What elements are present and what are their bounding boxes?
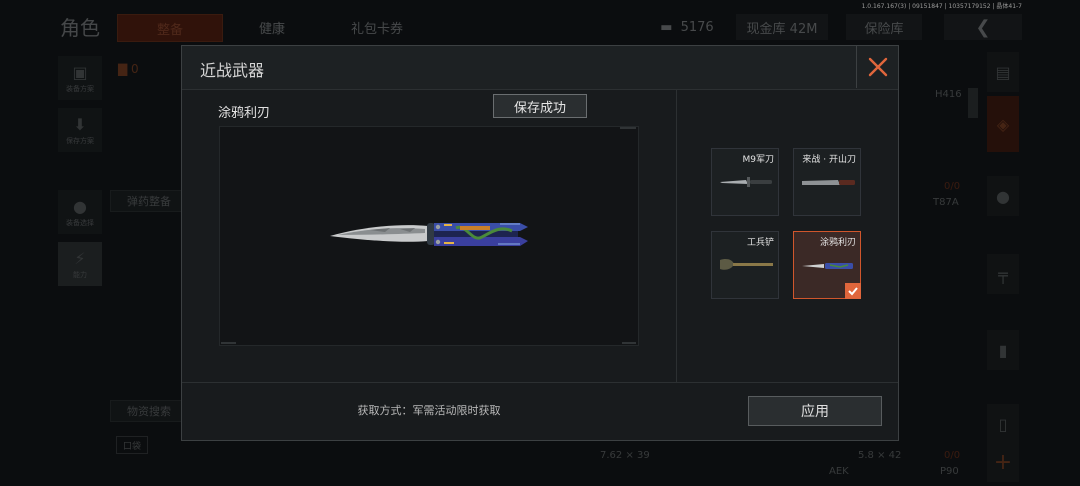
weapon-card-machete[interactable]: 来战 · 开山刀: [793, 148, 861, 216]
weapon-preview: [219, 126, 639, 346]
dialog-title: 近战武器: [200, 61, 265, 80]
divider: [182, 382, 898, 383]
weapon-card-label: 工兵铲: [746, 238, 774, 248]
dialog-header: 近战武器: [182, 46, 898, 90]
acquire-method: 获取方式：军需活动限时获取: [357, 404, 501, 417]
close-button[interactable]: [856, 46, 899, 88]
shovel-icon: [720, 259, 773, 270]
weapon-card-label: 涂鸦利刃: [819, 238, 856, 248]
weapon-name: 涂鸦利刃: [218, 106, 271, 121]
apply-button[interactable]: 应用: [748, 396, 882, 426]
weapon-card-shovel[interactable]: 工兵铲: [711, 231, 779, 299]
divider: [676, 89, 677, 382]
butterfly-knife-icon: [221, 127, 636, 344]
weapon-card-label: M9军刀: [742, 155, 775, 165]
butterfly-knife-icon: [802, 263, 853, 269]
machete-icon: [802, 180, 855, 185]
save-status-button[interactable]: 保存成功: [493, 94, 587, 118]
weapon-card-label: 来战 · 开山刀: [802, 155, 856, 165]
checkmark-icon: [848, 287, 858, 296]
selected-check: [845, 283, 861, 299]
melee-weapon-dialog: 近战武器 涂鸦利刃 保存成功 获取方式：军需活动限时获取 应用 M9军刀 来战 …: [181, 45, 899, 441]
combat-knife-icon: [720, 177, 772, 187]
close-x-icon: [868, 57, 888, 77]
weapon-card-graffiti-blade[interactable]: 涂鸦利刃: [793, 231, 861, 299]
weapon-card-m9[interactable]: M9军刀: [711, 148, 779, 216]
